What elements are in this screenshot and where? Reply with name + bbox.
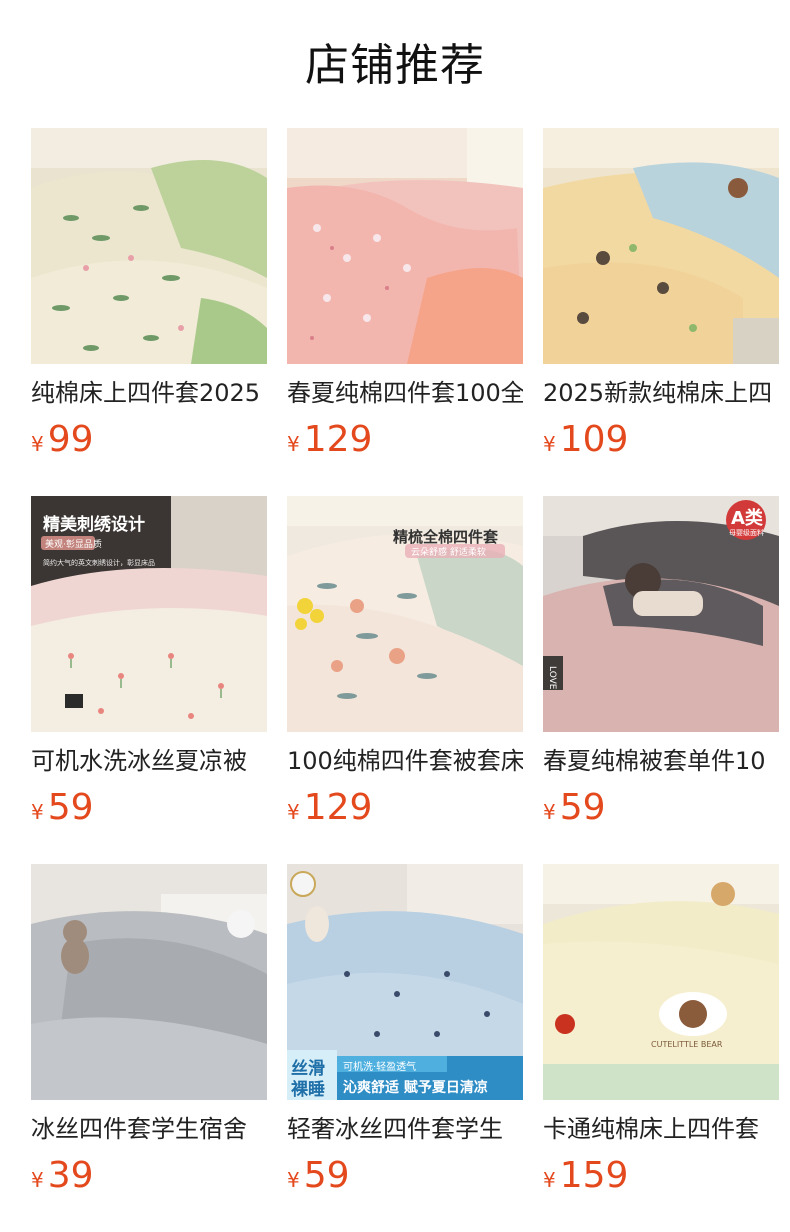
- product-image[interactable]: A类 母婴级面料 LOVE: [543, 496, 779, 732]
- product-card[interactable]: 精梳全棉四件套 云朵舒感 舒适柔软 100纯棉四件套被套床 ¥129: [287, 496, 523, 830]
- price-value: 59: [559, 787, 606, 828]
- product-card[interactable]: 纯棉床上四件套2025 ¥99: [31, 128, 267, 462]
- price-value: 129: [303, 419, 373, 460]
- product-price: ¥109: [543, 418, 779, 462]
- image-left-b: 裸睡: [291, 1080, 325, 1100]
- price-value: 39: [47, 1155, 94, 1196]
- currency-symbol: ¥: [543, 800, 556, 824]
- currency-symbol: ¥: [287, 1168, 300, 1192]
- price-value: 59: [303, 1155, 350, 1196]
- product-price: ¥59: [31, 786, 267, 830]
- price-value: 109: [559, 419, 629, 460]
- product-price: ¥59: [543, 786, 779, 830]
- product-name[interactable]: 春夏纯棉四件套100全: [287, 376, 523, 410]
- product-card[interactable]: CUTELITTLE BEAR 卡通纯棉床上四件套 ¥159: [543, 864, 779, 1198]
- badge-subtitle: 母婴级面料: [729, 529, 764, 537]
- image-headline: 精美刺绣设计: [43, 515, 145, 535]
- embroidery-text: CUTELITTLE BEAR: [651, 1040, 723, 1049]
- page-title: 店铺推荐: [305, 40, 485, 91]
- pillow-text: LOVE: [547, 666, 557, 690]
- image-tag: 美观·彰显品质: [45, 540, 102, 550]
- currency-symbol: ¥: [287, 432, 300, 456]
- product-image[interactable]: CUTELITTLE BEAR: [543, 864, 779, 1100]
- currency-symbol: ¥: [31, 800, 44, 824]
- price-value: 99: [47, 419, 94, 460]
- currency-symbol: ¥: [543, 1168, 556, 1192]
- product-price: ¥159: [543, 1154, 779, 1198]
- product-name[interactable]: 轻奢冰丝四件套学生: [287, 1112, 523, 1146]
- image-note: 简约大气的英文刺绣设计，彰显床品: [43, 559, 155, 567]
- currency-symbol: ¥: [287, 800, 300, 824]
- product-name[interactable]: 可机水洗冰丝夏凉被: [31, 744, 267, 778]
- badge-a: A类: [731, 508, 763, 529]
- price-value: 59: [47, 787, 94, 828]
- currency-symbol: ¥: [31, 1168, 44, 1192]
- product-image[interactable]: [31, 128, 267, 364]
- image-tag: 云朵舒感 舒适柔软: [411, 548, 486, 558]
- product-image[interactable]: 精美刺绣设计 美观·彰显品质 简约大气的英文刺绣设计，彰显床品: [31, 496, 267, 732]
- product-price: ¥129: [287, 418, 523, 462]
- product-image[interactable]: 丝滑 裸睡 可机洗·轻盈透气 沁爽舒适 赋予夏日清凉: [287, 864, 523, 1100]
- product-price: ¥59: [287, 1154, 523, 1198]
- product-price: ¥39: [31, 1154, 267, 1198]
- product-name[interactable]: 冰丝四件套学生宿舍: [31, 1112, 267, 1146]
- image-bottom-line: 沁爽舒适 赋予夏日清凉: [343, 1080, 488, 1096]
- currency-symbol: ¥: [31, 432, 44, 456]
- product-card[interactable]: 精美刺绣设计 美观·彰显品质 简约大气的英文刺绣设计，彰显床品 可机水洗冰丝夏凉…: [31, 496, 267, 830]
- product-card[interactable]: 春夏纯棉四件套100全 ¥129: [287, 128, 523, 462]
- image-headline: 精梳全棉四件套: [393, 528, 499, 546]
- product-card[interactable]: 2025新款纯棉床上四 ¥109: [543, 128, 779, 462]
- product-image[interactable]: [31, 864, 267, 1100]
- product-name[interactable]: 卡通纯棉床上四件套: [543, 1112, 779, 1146]
- image-top-line: 可机洗·轻盈透气: [343, 1062, 417, 1073]
- product-name[interactable]: 纯棉床上四件套2025: [31, 376, 267, 410]
- product-name[interactable]: 2025新款纯棉床上四: [543, 376, 779, 410]
- product-card[interactable]: A类 母婴级面料 LOVE 春夏纯棉被套单件10 ¥59: [543, 496, 779, 830]
- product-image[interactable]: [287, 128, 523, 364]
- product-name[interactable]: 100纯棉四件套被套床: [287, 744, 523, 778]
- product-image[interactable]: [543, 128, 779, 364]
- product-price: ¥129: [287, 786, 523, 830]
- product-name[interactable]: 春夏纯棉被套单件10: [543, 744, 779, 778]
- product-price: ¥99: [31, 418, 267, 462]
- product-card[interactable]: 丝滑 裸睡 可机洗·轻盈透气 沁爽舒适 赋予夏日清凉 轻奢冰丝四件套学生 ¥59: [287, 864, 523, 1198]
- product-card[interactable]: 冰丝四件套学生宿舍 ¥39: [31, 864, 267, 1198]
- product-image[interactable]: 精梳全棉四件套 云朵舒感 舒适柔软: [287, 496, 523, 732]
- price-value: 159: [559, 1155, 629, 1196]
- price-value: 129: [303, 787, 373, 828]
- currency-symbol: ¥: [543, 432, 556, 456]
